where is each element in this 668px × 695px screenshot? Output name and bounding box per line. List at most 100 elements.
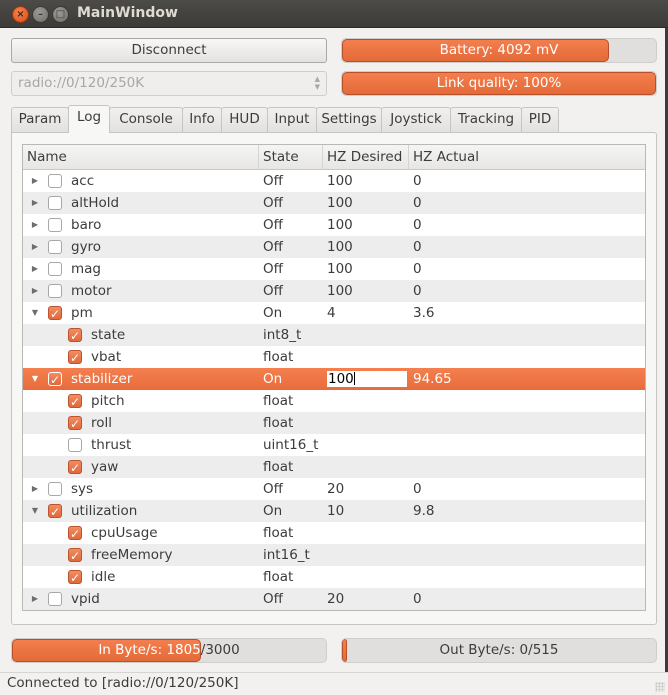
tree-row-utilization[interactable]: ▼ utilization On 10 9.8 [23,500,645,523]
name-cell: state [23,324,259,347]
tab-pid[interactable]: PID [521,107,559,132]
tab-info[interactable]: Info [182,107,222,132]
tree-row-motor[interactable]: ▶ motor Off 100 0 [23,280,645,302]
name-cell: pitch [23,390,259,413]
tree-row-pitch[interactable]: pitch float [23,390,645,413]
log-checkbox[interactable] [48,218,62,232]
column-header-hz-actual[interactable]: HZ Actual [409,145,645,169]
maximize-window-button[interactable]: □ [52,6,69,23]
variable-name: gyro [71,239,102,255]
hz-desired-cell[interactable]: 100 [327,236,353,258]
tree-row-mag[interactable]: ▶ mag Off 100 0 [23,258,645,280]
hz-desired-cell[interactable]: 10 [327,500,344,522]
tree-row-thrust[interactable]: thrust uint16_t [23,434,645,456]
collapsed-arrow-icon[interactable]: ▶ [30,280,40,302]
hz-desired-edit-input[interactable]: 100 [327,371,407,387]
tree-row-pm[interactable]: ▼ pm On 4 3.6 [23,302,645,325]
tab-hud[interactable]: HUD [221,107,268,132]
tab-tracking[interactable]: Tracking [450,107,522,132]
name-cell: cpuUsage [23,522,259,545]
state-cell: Off [263,195,283,211]
name-cell: ▶ vpid [23,588,259,610]
collapsed-arrow-icon[interactable]: ▶ [30,192,40,214]
maximize-icon: □ [55,9,66,20]
collapsed-arrow-icon[interactable]: ▶ [30,258,40,280]
log-checkbox[interactable] [68,391,82,413]
log-checkbox[interactable] [48,482,62,496]
log-checkbox[interactable] [48,369,62,391]
hz-desired-cell[interactable]: 4 [327,302,336,324]
log-checkbox[interactable] [68,347,82,369]
tab-param[interactable]: Param [11,107,69,132]
resize-grip-icon[interactable] [655,682,665,692]
tree-row-freememory[interactable]: freeMemory int16_t [23,544,645,567]
tree-row-vbat[interactable]: vbat float [23,346,645,369]
name-cell: ▶ acc [23,170,259,192]
tree-row-althold[interactable]: ▶ altHold Off 100 0 [23,192,645,214]
log-checkbox[interactable] [48,240,62,254]
tree-row-sys[interactable]: ▶ sys Off 20 0 [23,478,645,500]
log-checkbox[interactable] [68,457,82,479]
tree-row-vpid[interactable]: ▶ vpid Off 20 0 [23,588,645,610]
hz-actual-cell: 0 [413,481,422,497]
tree-row-cpuusage[interactable]: cpuUsage float [23,522,645,545]
hz-desired-cell[interactable]: 100 [327,170,353,192]
expanded-arrow-icon[interactable]: ▼ [30,302,40,324]
collapsed-arrow-icon[interactable]: ▶ [30,214,40,236]
hz-desired-cell[interactable]: 20 [327,478,344,500]
name-cell: ▶ motor [23,280,259,302]
name-cell: vbat [23,346,259,369]
collapsed-arrow-icon[interactable]: ▶ [30,478,40,500]
uri-combobox[interactable]: radio://0/120/250K ▲ ▼ [11,71,327,96]
tree-row-acc[interactable]: ▶ acc Off 100 0 [23,170,645,192]
tree-row-yaw[interactable]: yaw float [23,456,645,479]
variable-name: sys [71,481,94,497]
uri-value: radio://0/120/250K [18,75,145,91]
log-checkbox[interactable] [48,262,62,276]
tree-row-state[interactable]: state int8_t [23,324,645,347]
tab-joystick[interactable]: Joystick [381,107,451,132]
tree-row-roll[interactable]: roll float [23,412,645,435]
tree-row-baro[interactable]: ▶ baro Off 100 0 [23,214,645,236]
log-checkbox[interactable] [48,284,62,298]
name-cell: ▼ utilization [23,500,259,523]
name-cell: ▶ altHold [23,192,259,214]
log-checkbox[interactable] [68,567,82,589]
log-checkbox[interactable] [48,501,62,523]
hz-desired-cell[interactable]: 100 [327,280,353,302]
expanded-arrow-icon[interactable]: ▼ [30,368,40,390]
disconnect-button[interactable]: Disconnect [11,38,327,63]
tree-row-gyro[interactable]: ▶ gyro Off 100 0 [23,236,645,258]
column-header-name[interactable]: Name [23,145,259,169]
hz-desired-cell[interactable]: 20 [327,588,344,610]
tree-row-stabilizer[interactable]: ▼ stabilizer On 100 94.65 [23,368,645,391]
tab-log[interactable]: Log [68,105,110,133]
log-checkbox[interactable] [68,413,82,435]
column-header-state[interactable]: State [259,145,323,169]
log-checkbox[interactable] [48,303,62,325]
variable-name: vpid [71,591,100,607]
log-checkbox[interactable] [68,523,82,545]
tab-console[interactable]: Console [109,107,183,132]
expanded-arrow-icon[interactable]: ▼ [30,500,40,522]
tree-row-idle[interactable]: idle float [23,566,645,589]
tab-settings[interactable]: Settings [316,107,382,132]
collapsed-arrow-icon[interactable]: ▶ [30,588,40,610]
log-checkbox[interactable] [68,545,82,567]
log-checkbox[interactable] [68,438,82,452]
column-header-hz-desired[interactable]: HZ Desired [323,145,409,169]
state-cell: Off [263,591,283,607]
log-checkbox[interactable] [48,174,62,188]
hz-desired-cell[interactable]: 100 [327,214,353,236]
tab-input[interactable]: Input [267,107,317,132]
log-checkbox[interactable] [48,196,62,210]
minimize-window-button[interactable]: – [32,6,49,23]
collapsed-arrow-icon[interactable]: ▶ [30,170,40,192]
log-checkbox[interactable] [68,325,82,347]
log-checkbox[interactable] [48,592,62,606]
close-window-button[interactable]: × [12,6,29,23]
hz-desired-cell[interactable]: 100 [327,258,353,280]
hz-desired-cell[interactable]: 100 [327,192,353,214]
collapsed-arrow-icon[interactable]: ▶ [30,236,40,258]
state-cell: Off [263,283,283,299]
